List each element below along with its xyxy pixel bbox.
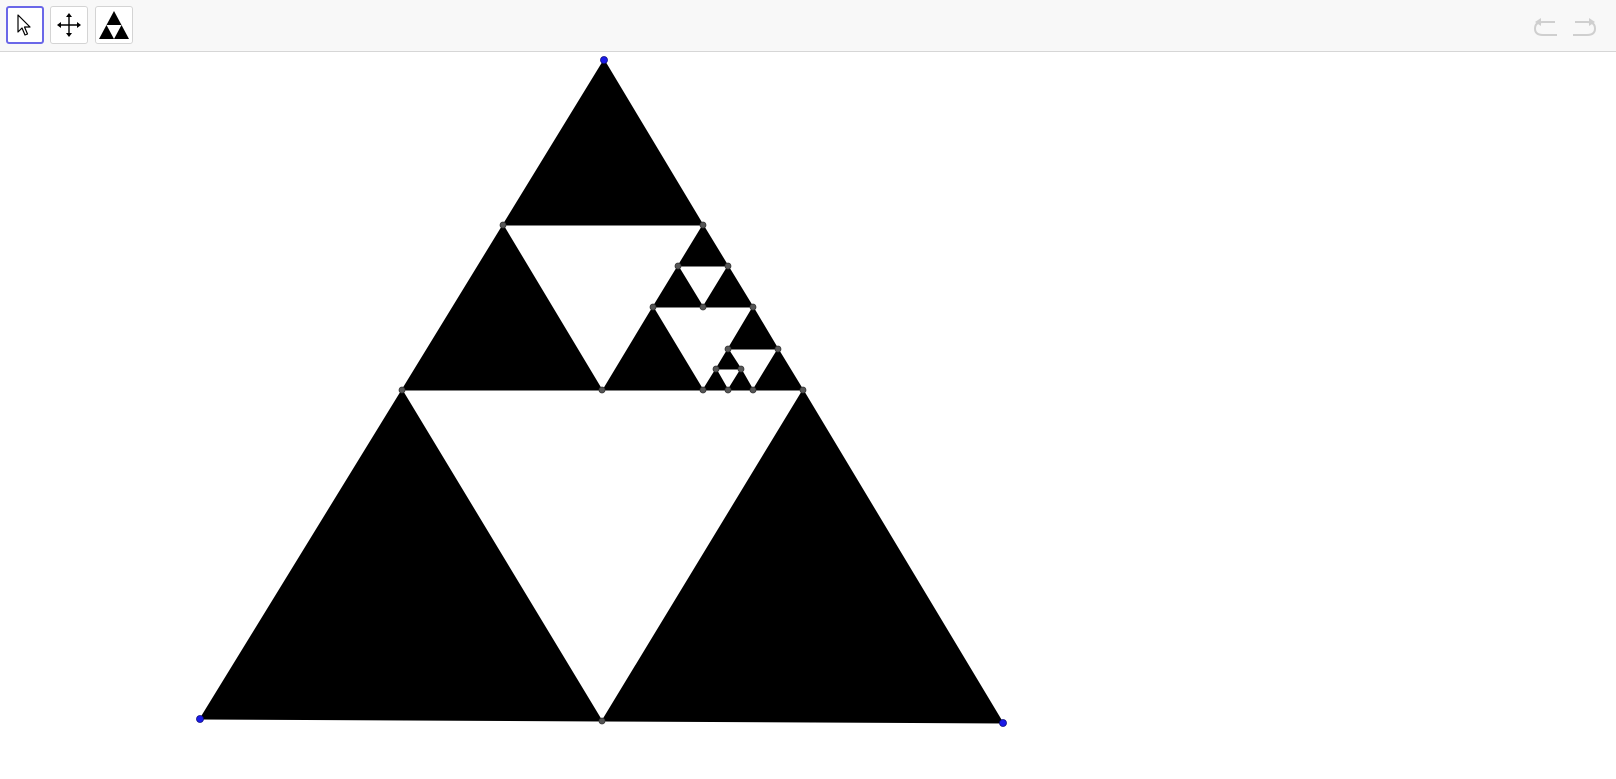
move-tool-button[interactable] — [6, 6, 44, 44]
graphics-view[interactable] — [0, 53, 1616, 779]
dependent-point-8 — [724, 262, 732, 270]
dependent-point-10 — [699, 303, 707, 311]
dependent-point-5 — [799, 386, 807, 394]
arrow-cursor-icon — [17, 14, 31, 36]
redo-button[interactable] — [1568, 14, 1600, 38]
undo-button[interactable] — [1530, 14, 1562, 38]
dependent-point-2 — [699, 221, 707, 229]
sierpinski-triangle-icon — [99, 11, 129, 39]
filled-triangle-3[interactable] — [677, 224, 729, 267]
dependent-point-18 — [749, 386, 757, 394]
dependent-point-16 — [699, 386, 707, 394]
filled-triangle-7[interactable] — [727, 306, 779, 350]
move-graphics-view-button[interactable] — [50, 6, 88, 44]
redo-icon — [1573, 18, 1597, 36]
dependent-point-6 — [598, 717, 606, 725]
dependent-point-3 — [398, 386, 406, 394]
dependent-point-4 — [598, 386, 606, 394]
dependent-point-7 — [674, 262, 682, 270]
toolbar — [0, 0, 1616, 52]
filled-triangle-4[interactable] — [652, 265, 704, 308]
free-vertex-point-3[interactable] — [999, 719, 1007, 727]
undo-icon — [1533, 18, 1557, 36]
free-vertex-point-1[interactable] — [600, 56, 608, 64]
dependent-point-15 — [737, 365, 745, 373]
filled-triangle-11[interactable] — [752, 348, 804, 391]
dependent-point-12 — [724, 345, 732, 353]
dependent-point-1 — [499, 221, 507, 229]
sierpinski-tool-button[interactable] — [95, 6, 133, 44]
free-vertex-point-2[interactable] — [196, 715, 204, 723]
filled-triangle-6[interactable] — [602, 306, 704, 391]
filled-triangle-2[interactable] — [401, 224, 603, 391]
filled-triangle-13[interactable] — [601, 389, 1004, 724]
four-way-arrows-icon — [57, 13, 81, 37]
dependent-point-17 — [724, 386, 732, 394]
filled-triangle-1[interactable] — [502, 59, 704, 226]
sierpinski-construction[interactable] — [0, 53, 1616, 779]
filled-triangle-5[interactable] — [702, 265, 754, 308]
dependent-point-14 — [712, 365, 720, 373]
dependent-point-11 — [749, 303, 757, 311]
filled-triangle-12[interactable] — [199, 389, 603, 722]
dependent-point-13 — [774, 345, 782, 353]
dependent-point-9 — [649, 303, 657, 311]
